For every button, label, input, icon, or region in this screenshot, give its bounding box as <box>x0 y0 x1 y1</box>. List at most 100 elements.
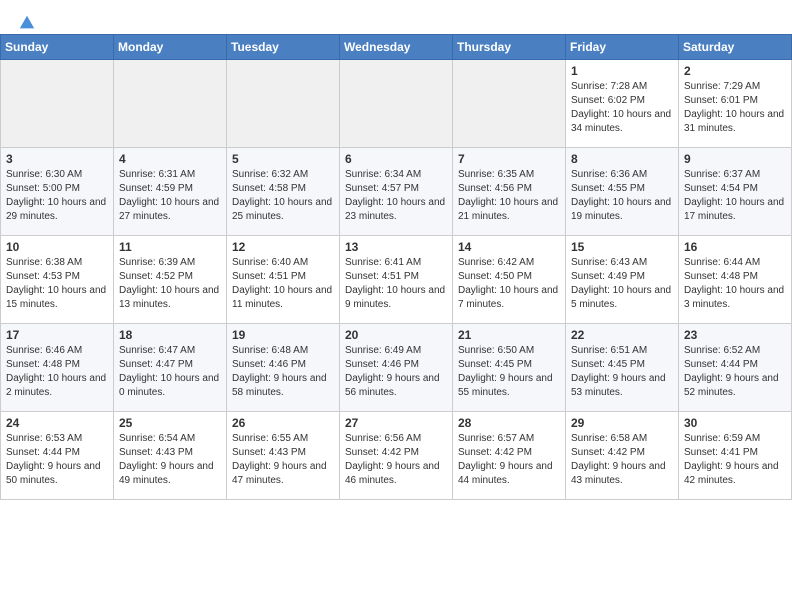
day-info: Sunrise: 6:56 AM Sunset: 4:42 PM Dayligh… <box>345 432 447 488</box>
calendar-day-cell: 27 Sunrise: 6:56 AM Sunset: 4:42 PM Dayli… <box>340 412 453 500</box>
day-info: Sunrise: 6:48 AM Sunset: 4:46 PM Dayligh… <box>232 344 334 400</box>
calendar-empty-cell <box>1 60 114 148</box>
day-info: Sunrise: 6:44 AM Sunset: 4:48 PM Dayligh… <box>684 256 786 312</box>
day-number: 10 <box>6 240 108 254</box>
day-number: 22 <box>571 328 673 342</box>
calendar-day-cell: 1 Sunrise: 7:28 AM Sunset: 6:02 PM Daylig… <box>566 60 679 148</box>
day-number: 29 <box>571 416 673 430</box>
calendar-day-cell: 25 Sunrise: 6:54 AM Sunset: 4:43 PM Dayli… <box>114 412 227 500</box>
day-number: 12 <box>232 240 334 254</box>
calendar-day-cell: 16 Sunrise: 6:44 AM Sunset: 4:48 PM Dayli… <box>679 236 792 324</box>
calendar-day-cell: 14 Sunrise: 6:42 AM Sunset: 4:50 PM Dayli… <box>453 236 566 324</box>
calendar-day-cell: 29 Sunrise: 6:58 AM Sunset: 4:42 PM Dayli… <box>566 412 679 500</box>
calendar-day-cell: 21Sunrise: 6:50 AM Sunset: 4:45 PM Dayli… <box>453 324 566 412</box>
day-number: 23 <box>684 328 786 342</box>
day-info: Sunrise: 6:43 AM Sunset: 4:49 PM Dayligh… <box>571 256 673 312</box>
day-info: Sunrise: 6:46 AM Sunset: 4:48 PM Dayligh… <box>6 344 108 400</box>
day-number: 25 <box>119 416 221 430</box>
calendar-week-row: 3Sunrise: 6:30 AM Sunset: 5:00 PM Daylig… <box>1 148 792 236</box>
calendar-day-cell: 5 Sunrise: 6:32 AM Sunset: 4:58 PM Daylig… <box>227 148 340 236</box>
calendar-day-cell: 10 Sunrise: 6:38 AM Sunset: 4:53 PM Dayli… <box>1 236 114 324</box>
calendar-day-cell: 3Sunrise: 6:30 AM Sunset: 5:00 PM Daylig… <box>1 148 114 236</box>
day-number: 2 <box>684 64 786 78</box>
day-number: 4 <box>119 152 221 166</box>
day-number: 18 <box>119 328 221 342</box>
calendar-day-cell: 11Sunrise: 6:39 AM Sunset: 4:52 PM Dayli… <box>114 236 227 324</box>
day-info: Sunrise: 6:55 AM Sunset: 4:43 PM Dayligh… <box>232 432 334 488</box>
day-number: 20 <box>345 328 447 342</box>
day-info: Sunrise: 6:40 AM Sunset: 4:51 PM Dayligh… <box>232 256 334 312</box>
day-number: 6 <box>345 152 447 166</box>
calendar-day-cell: 22 Sunrise: 6:51 AM Sunset: 4:45 PM Dayli… <box>566 324 679 412</box>
day-info: Sunrise: 6:37 AM Sunset: 4:54 PM Dayligh… <box>684 168 786 224</box>
calendar-day-cell: 7 Sunrise: 6:35 AM Sunset: 4:56 PM Daylig… <box>453 148 566 236</box>
day-number: 21 <box>458 328 560 342</box>
calendar-day-cell: 20 Sunrise: 6:49 AM Sunset: 4:46 PM Dayli… <box>340 324 453 412</box>
day-number: 27 <box>345 416 447 430</box>
day-info: Sunrise: 6:53 AM Sunset: 4:44 PM Dayligh… <box>6 432 108 488</box>
calendar-day-header-saturday: Saturday <box>679 35 792 60</box>
calendar-day-cell: 8 Sunrise: 6:36 AM Sunset: 4:55 PM Daylig… <box>566 148 679 236</box>
calendar-week-row: 17 Sunrise: 6:46 AM Sunset: 4:48 PM Dayli… <box>1 324 792 412</box>
calendar-header-row: SundayMondayTuesdayWednesdayThursdayFrid… <box>1 35 792 60</box>
calendar-week-row: 1 Sunrise: 7:28 AM Sunset: 6:02 PM Daylig… <box>1 60 792 148</box>
calendar-day-header-monday: Monday <box>114 35 227 60</box>
calendar-day-cell: 26 Sunrise: 6:55 AM Sunset: 4:43 PM Dayli… <box>227 412 340 500</box>
day-number: 1 <box>571 64 673 78</box>
calendar-empty-cell <box>340 60 453 148</box>
calendar-day-cell: 9 Sunrise: 6:37 AM Sunset: 4:54 PM Daylig… <box>679 148 792 236</box>
day-info: Sunrise: 6:42 AM Sunset: 4:50 PM Dayligh… <box>458 256 560 312</box>
calendar-day-cell: 17 Sunrise: 6:46 AM Sunset: 4:48 PM Dayli… <box>1 324 114 412</box>
day-info: Sunrise: 7:29 AM Sunset: 6:01 PM Dayligh… <box>684 80 786 136</box>
day-number: 8 <box>571 152 673 166</box>
calendar-table: SundayMondayTuesdayWednesdayThursdayFrid… <box>0 34 792 500</box>
day-number: 24 <box>6 416 108 430</box>
calendar-day-header-sunday: Sunday <box>1 35 114 60</box>
day-info: Sunrise: 6:54 AM Sunset: 4:43 PM Dayligh… <box>119 432 221 488</box>
day-info: Sunrise: 6:38 AM Sunset: 4:53 PM Dayligh… <box>6 256 108 312</box>
day-info: Sunrise: 6:51 AM Sunset: 4:45 PM Dayligh… <box>571 344 673 400</box>
day-info: Sunrise: 6:36 AM Sunset: 4:55 PM Dayligh… <box>571 168 673 224</box>
calendar-day-cell: 23 Sunrise: 6:52 AM Sunset: 4:44 PM Dayli… <box>679 324 792 412</box>
calendar-day-cell: 19 Sunrise: 6:48 AM Sunset: 4:46 PM Dayli… <box>227 324 340 412</box>
calendar-empty-cell <box>227 60 340 148</box>
day-info: Sunrise: 6:35 AM Sunset: 4:56 PM Dayligh… <box>458 168 560 224</box>
day-info: Sunrise: 7:28 AM Sunset: 6:02 PM Dayligh… <box>571 80 673 136</box>
day-info: Sunrise: 6:31 AM Sunset: 4:59 PM Dayligh… <box>119 168 221 224</box>
day-info: Sunrise: 6:49 AM Sunset: 4:46 PM Dayligh… <box>345 344 447 400</box>
logo-icon <box>18 14 36 32</box>
calendar-day-header-thursday: Thursday <box>453 35 566 60</box>
calendar-day-cell: 13Sunrise: 6:41 AM Sunset: 4:51 PM Dayli… <box>340 236 453 324</box>
calendar-day-header-friday: Friday <box>566 35 679 60</box>
day-number: 28 <box>458 416 560 430</box>
calendar-week-row: 10 Sunrise: 6:38 AM Sunset: 4:53 PM Dayli… <box>1 236 792 324</box>
day-number: 9 <box>684 152 786 166</box>
day-number: 11 <box>119 240 221 254</box>
day-number: 30 <box>684 416 786 430</box>
day-number: 16 <box>684 240 786 254</box>
day-number: 19 <box>232 328 334 342</box>
logo <box>14 14 36 28</box>
calendar-day-cell: 15 Sunrise: 6:43 AM Sunset: 4:49 PM Dayli… <box>566 236 679 324</box>
day-info: Sunrise: 6:30 AM Sunset: 5:00 PM Dayligh… <box>6 168 108 224</box>
day-number: 7 <box>458 152 560 166</box>
day-number: 14 <box>458 240 560 254</box>
calendar-day-cell: 28 Sunrise: 6:57 AM Sunset: 4:42 PM Dayli… <box>453 412 566 500</box>
day-number: 15 <box>571 240 673 254</box>
day-info: Sunrise: 6:32 AM Sunset: 4:58 PM Dayligh… <box>232 168 334 224</box>
calendar-day-cell: 6Sunrise: 6:34 AM Sunset: 4:57 PM Daylig… <box>340 148 453 236</box>
calendar-day-cell: 24 Sunrise: 6:53 AM Sunset: 4:44 PM Dayli… <box>1 412 114 500</box>
calendar-empty-cell <box>114 60 227 148</box>
day-info: Sunrise: 6:52 AM Sunset: 4:44 PM Dayligh… <box>684 344 786 400</box>
day-number: 5 <box>232 152 334 166</box>
calendar-day-header-wednesday: Wednesday <box>340 35 453 60</box>
calendar-week-row: 24 Sunrise: 6:53 AM Sunset: 4:44 PM Dayli… <box>1 412 792 500</box>
page-header <box>0 0 792 34</box>
calendar-day-cell: 4 Sunrise: 6:31 AM Sunset: 4:59 PM Daylig… <box>114 148 227 236</box>
day-number: 17 <box>6 328 108 342</box>
calendar-empty-cell <box>453 60 566 148</box>
day-number: 26 <box>232 416 334 430</box>
day-info: Sunrise: 6:59 AM Sunset: 4:41 PM Dayligh… <box>684 432 786 488</box>
day-info: Sunrise: 6:58 AM Sunset: 4:42 PM Dayligh… <box>571 432 673 488</box>
day-info: Sunrise: 6:57 AM Sunset: 4:42 PM Dayligh… <box>458 432 560 488</box>
